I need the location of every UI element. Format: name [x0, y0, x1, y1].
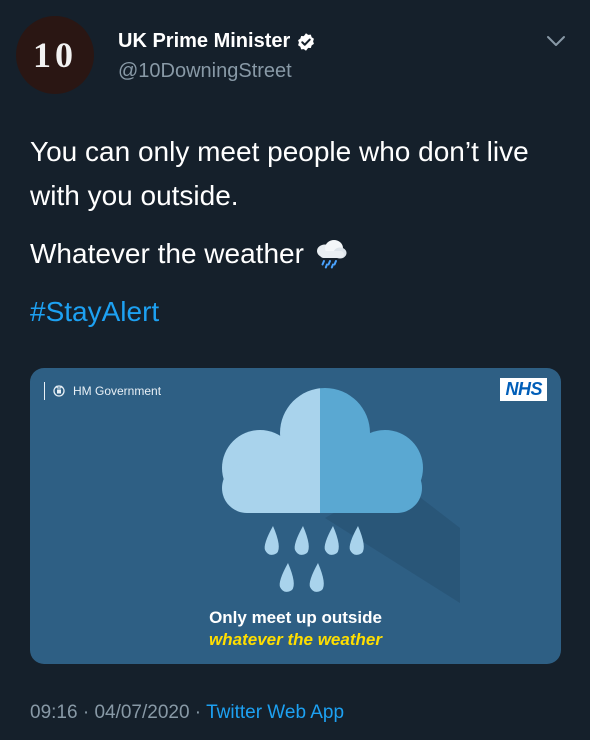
- tweet-card: 10 UK Prime Minister @10DowningStreet Yo…: [0, 0, 590, 740]
- meta-separator: ·: [189, 702, 207, 723]
- poster-headline: Only meet up outside: [209, 608, 382, 627]
- poster-subline: whatever the weather: [209, 630, 382, 649]
- avatar[interactable]: 10: [16, 16, 94, 94]
- royal-crest-icon: [53, 385, 65, 397]
- display-name[interactable]: UK Prime Minister: [118, 30, 290, 53]
- tweet-line-2: Whatever the weather: [30, 238, 304, 269]
- chevron-down-icon[interactable]: [546, 34, 566, 48]
- hashtag-link[interactable]: #StayAlert: [30, 290, 570, 334]
- handle[interactable]: @10DowningStreet: [118, 60, 292, 83]
- hm-government-logo: HM Government: [44, 382, 161, 400]
- nhs-logo: NHS: [500, 378, 547, 401]
- author-name-row: UK Prime Minister: [118, 30, 316, 53]
- tweet-source-link[interactable]: Twitter Web App: [206, 702, 344, 723]
- meta-separator: ·: [77, 702, 95, 723]
- verified-badge-icon: [298, 32, 315, 51]
- tweet-meta: 09:16 · 04/07/2020 · Twitter Web App: [30, 702, 344, 724]
- tweet-line-2-row: Whatever the weather: [30, 232, 570, 276]
- cloud-with-rain-icon: [316, 240, 347, 269]
- divider: [44, 382, 45, 400]
- gov-label: HM Government: [73, 384, 162, 398]
- rain-cloud-illustration: [222, 388, 460, 603]
- media-image[interactable]: HM Government NHS Only meet up outside w…: [30, 368, 561, 664]
- tweet-time[interactable]: 09:16: [30, 702, 78, 723]
- tweet-date[interactable]: 04/07/2020: [94, 702, 189, 723]
- tweet-body: You can only meet people who don’t live …: [30, 130, 570, 334]
- tweet-line-1: You can only meet people who don’t live …: [30, 136, 529, 211]
